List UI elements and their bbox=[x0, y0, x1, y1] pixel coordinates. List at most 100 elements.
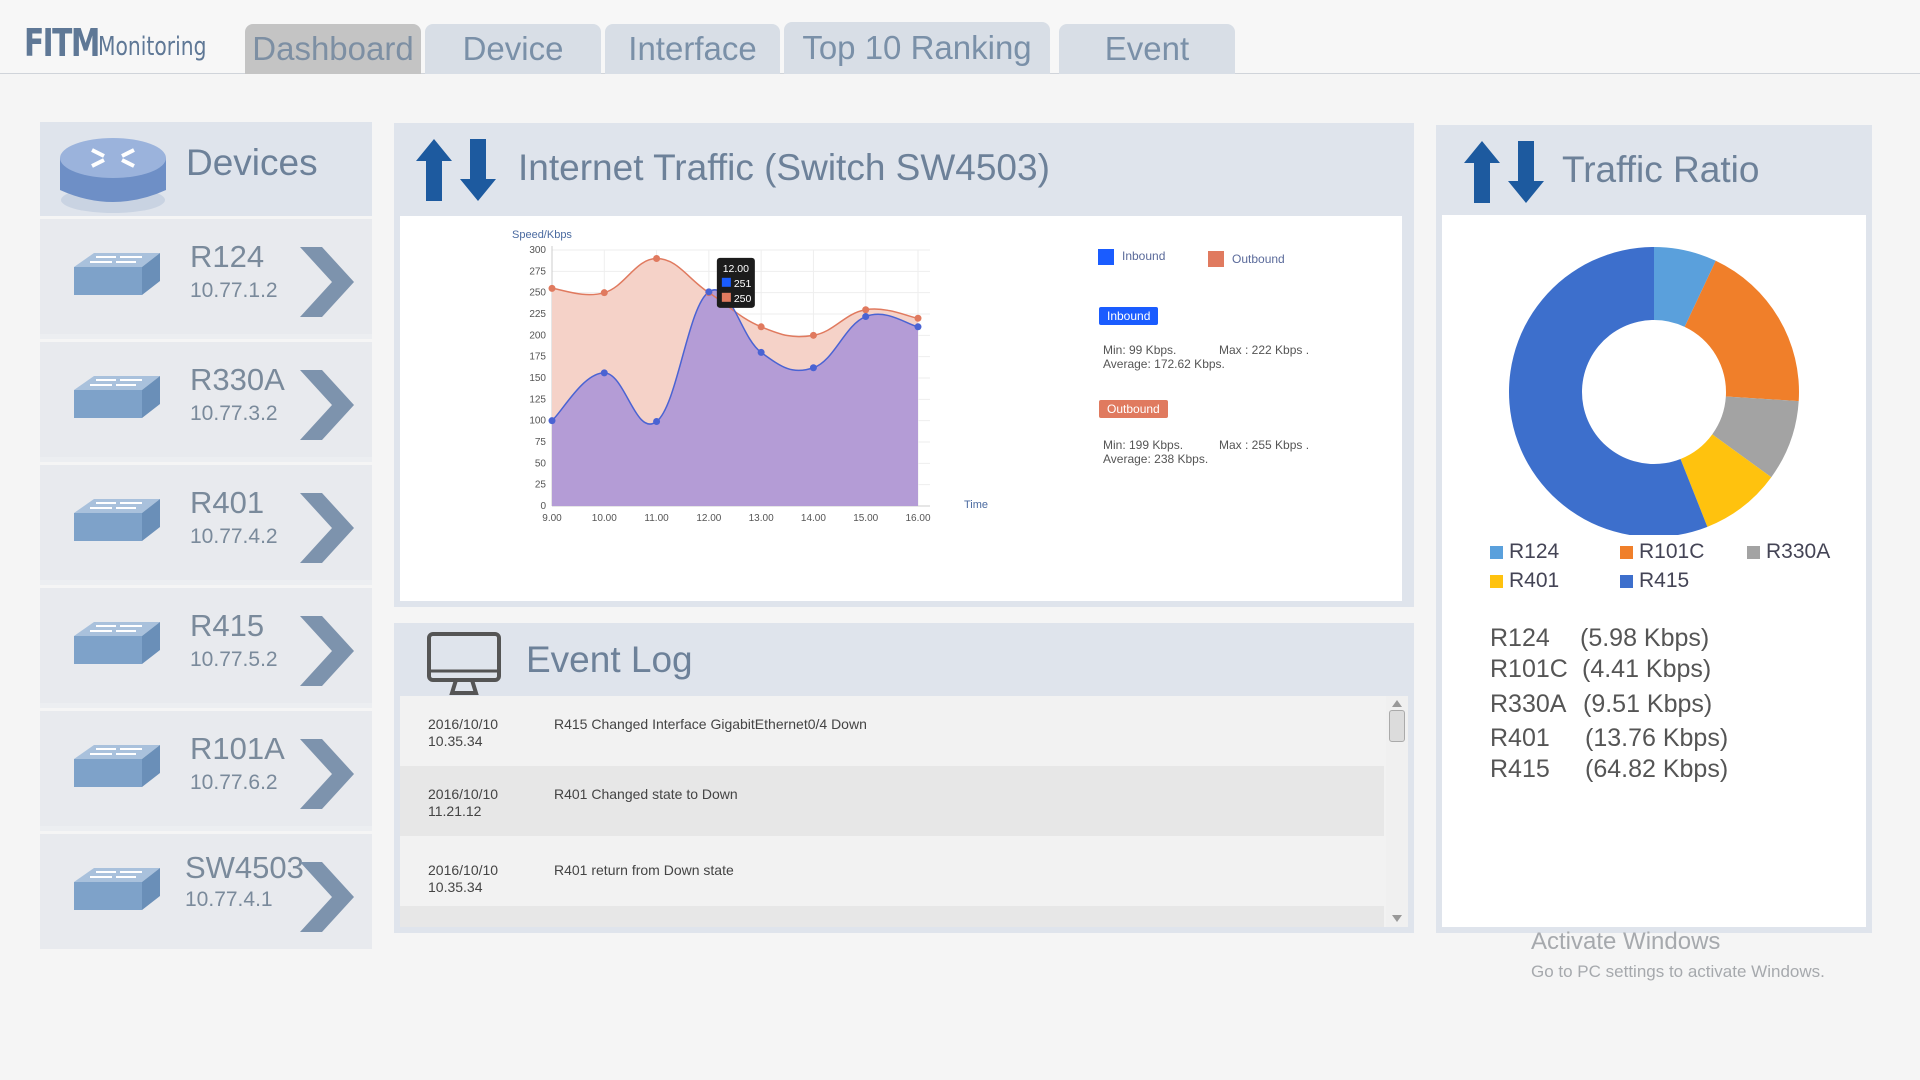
ratio-row-value: (13.76 Kbps) bbox=[1585, 724, 1729, 752]
scroll-up-arrow[interactable] bbox=[1392, 700, 1402, 707]
event-timestamp: 2016/10/10 10.35.34 bbox=[428, 862, 499, 895]
monitor-icon bbox=[427, 632, 501, 695]
x-tick-label: 9.00 bbox=[542, 513, 562, 524]
scroll-thumb[interactable] bbox=[1389, 710, 1405, 742]
traffic-arrows-icon bbox=[416, 139, 496, 201]
traffic-ratio-donut-chart bbox=[1509, 247, 1799, 535]
traffic-ratio-content: R124 R101C R330A R401 R415 R124 (5.98 Kb… bbox=[1442, 215, 1866, 927]
switch-icon bbox=[74, 499, 160, 541]
device-item-r101a[interactable]: R101A 10.77.6.2 bbox=[40, 708, 372, 826]
inbound-point bbox=[600, 369, 608, 377]
switch-icon bbox=[74, 253, 160, 295]
device-ip: 10.77.4.1 bbox=[185, 888, 273, 911]
legend-outbound-label: Outbound bbox=[1232, 252, 1285, 266]
y-tick-label: 0 bbox=[540, 501, 546, 512]
event-timestamp: 2016/10/10 11.21.12 bbox=[428, 786, 499, 819]
ratio-row-value: (5.98 Kbps) bbox=[1580, 624, 1710, 652]
legend-swatch bbox=[1620, 574, 1633, 588]
tab-device[interactable]: Device bbox=[425, 24, 601, 74]
y-tick-label: 100 bbox=[529, 416, 546, 427]
legend-r401: R401 bbox=[1490, 569, 1559, 593]
traffic-ratio-panel: Traffic Ratio R124 R101C R330A R401 R415… bbox=[1436, 125, 1872, 933]
chevron-right-icon[interactable] bbox=[298, 245, 356, 319]
inbound-min: Min: 99 Kbps. bbox=[1103, 343, 1177, 357]
event-log-list[interactable]: 2016/10/10 10.35.34 R415 Changed Interfac… bbox=[400, 696, 1408, 927]
y-tick-label: 25 bbox=[535, 480, 547, 491]
y-tick-label: 125 bbox=[529, 394, 546, 405]
tab-top-10-ranking[interactable]: Top 10 Ranking bbox=[784, 22, 1050, 74]
outbound-point bbox=[653, 255, 661, 263]
scroll-down-arrow[interactable] bbox=[1392, 915, 1402, 922]
device-name: R124 bbox=[190, 239, 265, 274]
event-log-row[interactable]: 2016/10/10 10.35.34 R415 Changed Interfac… bbox=[400, 696, 1384, 766]
ratio-row-value: (64.82 Kbps) bbox=[1585, 755, 1729, 783]
tooltip-inbound-value: 251 bbox=[734, 278, 752, 290]
device-ip: 10.77.1.2 bbox=[190, 279, 278, 302]
event-log-panel: Event Log 2016/10/10 10.35.34 R415 Change… bbox=[394, 623, 1414, 933]
inbound-point bbox=[757, 348, 765, 356]
x-tick-label: 15.00 bbox=[853, 513, 878, 524]
device-item-sw4503[interactable]: SW4503 10.77.4.1 bbox=[40, 831, 372, 949]
device-ip: 10.77.4.2 bbox=[190, 525, 278, 548]
traffic-chart-area: 0 25 50 75 100 125 150 175 200 225 250 275 300 9.00 10… bbox=[400, 216, 1402, 601]
ratio-row-value: (9.51 Kbps) bbox=[1583, 690, 1713, 718]
internet-traffic-panel: Internet Traffic (Switch SW4503) 0 25 50 75… bbox=[394, 123, 1414, 607]
event-log-row[interactable] bbox=[400, 906, 1384, 927]
activate-windows-subtext: Go to PC settings to activate Windows. bbox=[1531, 962, 1825, 981]
outbound-point bbox=[600, 289, 608, 297]
tab-event[interactable]: Event bbox=[1059, 24, 1235, 74]
chevron-right-icon[interactable] bbox=[298, 491, 356, 565]
device-item-r401[interactable]: R401 10.77.4.2 bbox=[40, 462, 372, 580]
legend-swatch bbox=[1620, 545, 1633, 559]
event-log-scrollbar[interactable] bbox=[1386, 696, 1408, 927]
outbound-point bbox=[548, 284, 556, 292]
x-tick-label: 11.00 bbox=[644, 513, 669, 524]
inbound-point bbox=[653, 418, 661, 426]
inbound-point bbox=[862, 313, 870, 321]
outbound-average: Average: 238 Kbps. bbox=[1103, 452, 1209, 466]
outbound-min: Min: 199 Kbps. bbox=[1103, 438, 1184, 452]
y-axis-label: Speed/Kbps bbox=[512, 229, 572, 241]
logo-light-text: Monitoring bbox=[98, 32, 207, 63]
legend-outbound-swatch bbox=[1208, 251, 1224, 267]
traffic-area-chart: 0 25 50 75 100 125 150 175 200 225 250 275 300 9.00 10… bbox=[512, 229, 988, 524]
outbound-point bbox=[914, 314, 922, 322]
y-tick-label: 50 bbox=[535, 458, 547, 469]
tab-interface[interactable]: Interface bbox=[605, 24, 780, 74]
legend-r124: R124 bbox=[1490, 540, 1559, 564]
event-message: R401 return from Down state bbox=[554, 862, 734, 878]
device-item-r124[interactable]: R124 10.77.1.2 bbox=[40, 216, 372, 334]
outbound-point bbox=[809, 331, 817, 339]
devices-title: Devices bbox=[186, 142, 318, 183]
event-message: R415 Changed Interface GigabitEthernet0/… bbox=[554, 716, 867, 732]
device-item-r415[interactable]: R415 10.77.5.2 bbox=[40, 585, 372, 703]
y-tick-label: 175 bbox=[529, 352, 546, 363]
event-log-title: Event Log bbox=[526, 639, 693, 680]
inbound-point bbox=[705, 288, 713, 296]
event-log-row[interactable]: 2016/10/10 10.35.34 R401 return from Down… bbox=[400, 836, 1384, 906]
router-icon bbox=[60, 138, 166, 213]
traffic-ratio-arrows-icon bbox=[1464, 141, 1544, 203]
legend-swatch bbox=[1747, 545, 1760, 559]
chevron-right-icon[interactable] bbox=[298, 368, 356, 442]
device-ip: 10.77.5.2 bbox=[190, 648, 278, 671]
activate-windows-watermark: Activate Windows bbox=[1531, 928, 1721, 955]
legend-inbound-swatch bbox=[1098, 249, 1114, 265]
event-timestamp: 2016/10/10 10.35.34 bbox=[428, 716, 499, 749]
legend-inbound-label: Inbound bbox=[1122, 249, 1166, 263]
x-tick-label: 14.00 bbox=[801, 513, 826, 524]
switch-icon bbox=[74, 622, 160, 664]
tab-dashboard[interactable]: Dashboard bbox=[245, 24, 421, 74]
ratio-row-name: R124 bbox=[1490, 624, 1550, 652]
app-logo: FITM Monitoring bbox=[24, 18, 237, 62]
legend-swatch bbox=[1490, 574, 1503, 588]
outbound-point bbox=[862, 306, 870, 314]
device-item-r330a[interactable]: R330A 10.77.3.2 bbox=[40, 339, 372, 457]
y-tick-label: 275 bbox=[529, 266, 546, 277]
chevron-right-icon[interactable] bbox=[298, 737, 356, 811]
device-ip: 10.77.6.2 bbox=[190, 771, 278, 794]
chevron-right-icon[interactable] bbox=[298, 614, 356, 688]
ratio-row-name: R101C bbox=[1490, 655, 1568, 683]
chevron-right-icon[interactable] bbox=[298, 860, 356, 934]
event-log-row[interactable]: 2016/10/10 11.21.12 R401 Changed state to… bbox=[400, 766, 1384, 836]
